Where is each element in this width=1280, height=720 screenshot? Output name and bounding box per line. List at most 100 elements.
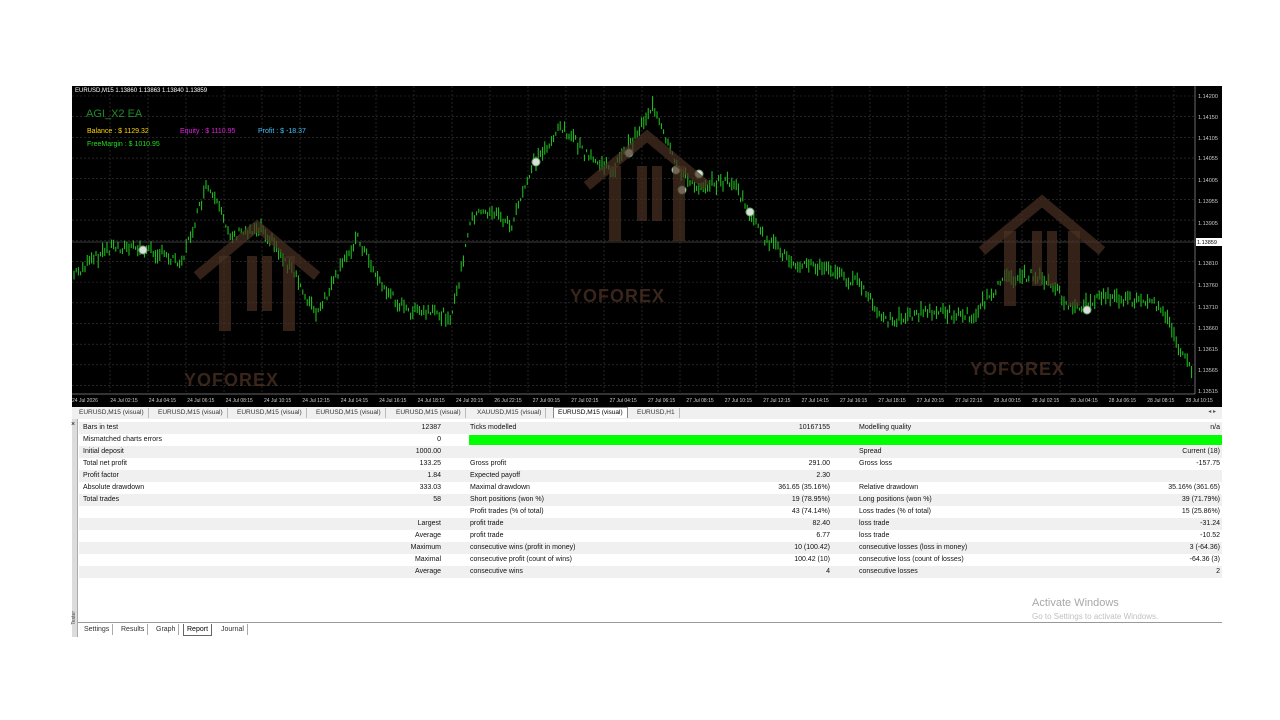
watermark-logo: [609, 166, 621, 241]
tab-journal[interactable]: Journal: [218, 624, 248, 635]
chart-tab-active[interactable]: EURUSD,M15 (visual): [553, 407, 628, 418]
spread-value: Current (18): [1182, 448, 1220, 455]
row-prefix: Largest: [417, 520, 441, 527]
profit-trades-label: Profit trades (% of total): [470, 508, 544, 515]
watermark-text: YOFOREX: [184, 370, 280, 390]
modelling-quality-bar: [469, 435, 1222, 445]
profit-factor-value: 1.84: [427, 472, 441, 479]
row-left-value: 4: [826, 568, 830, 575]
trade-marker: [138, 245, 148, 255]
time-tick-label: 24 Jul 08:15: [226, 398, 253, 404]
profit-label: Profit : $ -18.37: [258, 128, 306, 135]
price-tick-label: 1.13905: [1198, 221, 1218, 227]
chart-tab[interactable]: EURUSD,H1: [633, 408, 680, 418]
time-tick-label: 28 Jul 08:15: [1147, 398, 1174, 404]
current-price-label: 1.13859: [1197, 240, 1217, 246]
time-tick-label: 24 Jul 20:15: [456, 398, 483, 404]
row-prefix: Maximum: [410, 544, 441, 551]
time-tick-label: 27 Jul 18:15: [878, 398, 905, 404]
watermark-text: YOFOREX: [970, 359, 1066, 379]
price-tick-label: 1.14105: [1198, 136, 1218, 142]
watermark-logo: [247, 256, 257, 311]
long-positions-label: Long positions (won %): [859, 496, 932, 503]
watermark-logo: [652, 166, 662, 221]
loss-trades-label: Loss trades (% of total): [859, 508, 931, 515]
report-row: Average profit trade 6.77 loss trade -10…: [79, 530, 1222, 542]
spread-label: Spread: [859, 448, 882, 455]
ticks-modelled-value: 10167155: [798, 424, 830, 431]
watermark-logo: [1032, 231, 1042, 286]
close-icon[interactable]: ×: [71, 421, 75, 428]
trade-marker: [531, 157, 541, 167]
time-tick-label: 27 Jul 22:15: [955, 398, 982, 404]
time-tick-label: 28 Jul 02:15: [1032, 398, 1059, 404]
report-row: Profit factor 1.84 Expected payoff 2.30: [79, 470, 1222, 482]
report-row: Total trades 58 Short positions (won %) …: [79, 494, 1222, 506]
gross-loss-label: Gross loss: [859, 460, 893, 467]
price-tick-label: 1.14200: [1198, 94, 1218, 100]
watermark-logo: [673, 166, 685, 241]
maximal-drawdown-label: Maximal drawdown: [470, 484, 530, 491]
trade-marker: [1082, 305, 1092, 315]
watermark-logo: [219, 256, 231, 331]
chart-tab[interactable]: XAUUSD,M15 (visual): [473, 408, 547, 418]
gross-profit-label: Gross profit: [470, 460, 507, 467]
chart-tab[interactable]: EURUSD,M15 (visual): [233, 408, 307, 418]
row-prefix: Average: [415, 532, 441, 539]
chart-tab[interactable]: EURUSD,M15 (visual): [154, 408, 228, 418]
time-tick-label: 27 Jul 02:15: [571, 398, 598, 404]
watermark-logo: [1004, 231, 1016, 306]
tab-scroll-arrows-icon[interactable]: ◂ ▸: [1208, 408, 1216, 415]
time-tick-label: 24 Jul 02:15: [110, 398, 137, 404]
watermark-logo: [637, 166, 647, 221]
time-tick-label: 24 Jul 14:15: [341, 398, 368, 404]
row-right-value: -31.24: [1200, 520, 1220, 527]
mismatched-errors-value: 0: [437, 436, 441, 443]
chart-tab[interactable]: EURUSD,M15 (visual): [312, 408, 386, 418]
time-tick-label: 24 Jul 04:15: [149, 398, 176, 404]
time-tick-label: 27 Jul 14:15: [802, 398, 829, 404]
modelling-quality-label: Modelling quality: [859, 424, 912, 431]
row-right-label: loss trade: [859, 520, 890, 527]
chart-tab[interactable]: EURUSD,M15 (visual): [75, 408, 149, 418]
free-margin-label: FreeMargin : $ 1010.95: [87, 141, 160, 148]
report-row: Maximal consecutive profit (count of win…: [79, 554, 1222, 566]
time-tick-label: 27 Jul 08:15: [686, 398, 713, 404]
bars-in-test-value: 12387: [421, 424, 441, 431]
report-row: Profit trades (% of total) 43 (74.14%) L…: [79, 506, 1222, 518]
row-right-value: 2: [1216, 568, 1220, 575]
row-left-label: consecutive profit (count of wins): [470, 556, 572, 563]
row-right-label: consecutive losses: [859, 568, 918, 575]
time-tick-label: 24 Jul 10:15: [264, 398, 291, 404]
time-tick-label: 27 Jul 10:15: [725, 398, 752, 404]
chart-symbol-header: EURUSD,M15 1.13860 1.13863 1.13840 1.138…: [75, 88, 208, 94]
price-tick-label: 1.13710: [1198, 305, 1218, 311]
initial-deposit-label: Initial deposit: [83, 448, 124, 455]
report-row: Total net profit 133.25 Gross profit 291…: [79, 458, 1222, 470]
price-tick-label: 1.13955: [1198, 199, 1218, 205]
row-right-value: -10.52: [1200, 532, 1220, 539]
ea-name-label: AGI_X2 EA: [86, 108, 143, 120]
row-left-value: 100.42 (10): [794, 556, 830, 563]
time-tick-label: 28 Jul 00:15: [994, 398, 1021, 404]
chart-tab[interactable]: EURUSD,M15 (visual): [392, 408, 466, 418]
time-tick-label: 27 Jul 06:15: [648, 398, 675, 404]
total-trades-value: 58: [433, 496, 441, 503]
row-prefix: Average: [415, 568, 441, 575]
price-tick-label: 1.14055: [1198, 156, 1218, 162]
tab-results[interactable]: Results: [118, 624, 149, 635]
watermark-logo: [1068, 231, 1080, 306]
time-tick-label: 26 Jul 22:15: [494, 398, 521, 404]
time-tick-label: 28 Jul 04:15: [1070, 398, 1097, 404]
price-tick-label: 1.13565: [1198, 368, 1218, 374]
tab-report[interactable]: Report: [183, 624, 213, 636]
bars-in-test-label: Bars in test: [83, 424, 119, 431]
price-chart[interactable]: 1.14200 1.14150 1.14105 1.14055 1.14005 1.139…: [72, 86, 1222, 407]
gross-loss-value: -157.75: [1196, 460, 1220, 467]
row-right-value: -64.36 (3): [1189, 556, 1220, 563]
time-tick-label: 24 Jul 16:15: [379, 398, 406, 404]
tab-settings[interactable]: Settings: [81, 624, 114, 635]
row-left-label: consecutive wins (profit in money): [470, 544, 576, 551]
tab-graph[interactable]: Graph: [153, 624, 180, 635]
tester-tab-bar: Settings Results Graph Report Journal: [78, 622, 1222, 637]
